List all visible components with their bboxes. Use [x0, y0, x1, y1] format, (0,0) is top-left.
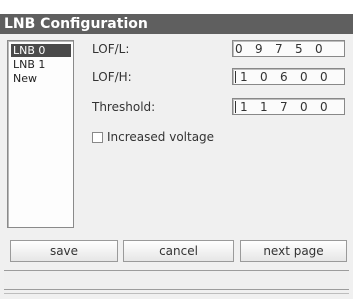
lof-h-digit[interactable]: 0 — [320, 70, 340, 84]
cancel-button[interactable]: cancel — [123, 240, 234, 262]
lof-l-digit[interactable]: 7 — [275, 42, 295, 56]
threshold-label: Threshold: — [92, 100, 156, 114]
lof-l-label: LOF/L: — [92, 42, 130, 56]
bottom-divider — [4, 293, 349, 294]
lnb-config-window: LNB Configuration LNB 0 LNB 1 New LOF/L:… — [0, 0, 353, 299]
text-caret — [235, 70, 236, 83]
top-strip — [0, 0, 353, 14]
list-item-new[interactable]: New — [11, 72, 37, 85]
lof-h-digit[interactable]: 0 — [300, 70, 320, 84]
threshold-field[interactable]: 1 1 7 0 0 — [232, 98, 345, 115]
lnb-listbox[interactable]: LNB 0 LNB 1 New — [7, 40, 74, 228]
increased-voltage-label: Increased voltage — [107, 130, 215, 144]
status-bar — [4, 270, 349, 290]
lof-h-digit[interactable]: 6 — [280, 70, 300, 84]
lof-l-digit[interactable]: 5 — [295, 42, 315, 56]
lof-l-field[interactable]: 0 9 7 5 0 — [232, 40, 345, 57]
lof-h-digit[interactable]: 0 — [260, 70, 280, 84]
lof-l-digit[interactable]: 9 — [255, 42, 275, 56]
list-item-lnb-0[interactable]: LNB 0 — [11, 44, 71, 57]
threshold-digit[interactable]: 0 — [320, 100, 340, 114]
window-title: LNB Configuration — [0, 14, 353, 34]
lof-h-digit[interactable]: 1 — [240, 70, 260, 84]
threshold-digit[interactable]: 1 — [260, 100, 280, 114]
text-caret — [235, 100, 236, 113]
threshold-digit[interactable]: 0 — [300, 100, 320, 114]
list-item-lnb-1[interactable]: LNB 1 — [11, 58, 45, 71]
increased-voltage-checkbox[interactable] — [92, 131, 103, 143]
save-button[interactable]: save — [10, 240, 118, 262]
increased-voltage-row[interactable]: Increased voltage — [92, 129, 214, 145]
lof-l-digit[interactable]: 0 — [315, 42, 335, 56]
lof-h-label: LOF/H: — [92, 70, 132, 84]
threshold-digit[interactable]: 7 — [280, 100, 300, 114]
lof-l-digit[interactable]: 0 — [235, 42, 255, 56]
next-page-button[interactable]: next page — [240, 240, 347, 262]
lof-h-field[interactable]: 1 0 6 0 0 — [232, 68, 345, 85]
threshold-digit[interactable]: 1 — [240, 100, 260, 114]
